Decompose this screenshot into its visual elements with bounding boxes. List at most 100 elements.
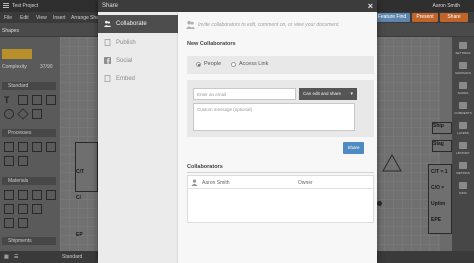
dock-slides[interactable]: SLIDES [454, 81, 472, 95]
buffer-icon[interactable] [46, 190, 56, 200]
kanban-icon[interactable] [4, 218, 14, 228]
user-icon [191, 179, 198, 186]
present-button[interactable]: Present [412, 13, 438, 22]
menu-file[interactable]: File [4, 15, 12, 21]
invite-input[interactable] [198, 19, 372, 31]
nav-publish-label: Publish [116, 40, 136, 46]
canvas-label-epe: EPE [431, 217, 442, 223]
collaborators-divider [187, 172, 374, 173]
gear-icon [459, 42, 467, 49]
supplier-icon[interactable] [18, 142, 28, 152]
dock-metrics[interactable]: METRICS [454, 161, 472, 175]
invite-form: Can edit and share ▾ [187, 80, 374, 137]
menu-insert[interactable]: Insert [53, 15, 66, 21]
complexity-bar [2, 49, 32, 59]
custom-message-field[interactable] [193, 103, 355, 131]
collaborate-panel: New Collaborators People Access Link Can… [178, 12, 377, 263]
radio-access-link-label: Access Link [239, 61, 269, 67]
nav-publish[interactable]: Publish [98, 34, 178, 52]
share-button-top[interactable]: Share [440, 13, 468, 22]
embed-page-icon [104, 75, 111, 82]
user-name[interactable]: Aaron Smith [432, 3, 460, 9]
shapes-panel: Complexity 37/90 Standard T Processes Ma… [0, 37, 60, 251]
invite-row [186, 18, 372, 32]
box-shape-icon[interactable] [46, 95, 56, 105]
dock-comments[interactable]: COMMENTS [454, 101, 472, 115]
nav-collaborate-label: Collaborate [116, 21, 147, 27]
right-data-box[interactable]: C/T = 1 C/O = Uptim EPE [428, 164, 452, 234]
rectangle-shape-icon[interactable] [18, 95, 28, 105]
section-standard[interactable]: Standard [2, 82, 56, 90]
signal-icon[interactable] [18, 218, 28, 228]
text-shape-icon[interactable]: T [4, 95, 14, 105]
shipping-box[interactable]: Ship [432, 122, 452, 134]
radio-people-dot [196, 62, 201, 67]
chevron-down-icon: ▾ [350, 91, 353, 97]
inventory-icon[interactable] [4, 190, 14, 200]
comment-icon [459, 102, 467, 109]
list-item[interactable]: Aaron Smith Owner [188, 176, 373, 189]
share-type-radios: People Access Link [187, 56, 374, 74]
canvas-label-ship: Ship [433, 123, 444, 129]
people-icon [104, 20, 111, 27]
dock-history[interactable]: HISTORY [454, 141, 472, 155]
supermarket-icon[interactable] [18, 190, 28, 200]
dock-layers[interactable]: LAYERS [454, 121, 472, 135]
diamond-shape-icon[interactable] [17, 108, 29, 120]
complexity-label: Complexity [2, 64, 27, 70]
canvas-label-ct-left: C/T [76, 169, 85, 175]
page-list-icon[interactable]: ☰ [14, 254, 18, 260]
hamburger-menu-icon[interactable] [3, 3, 9, 8]
section-shipments[interactable]: Shipments [2, 237, 56, 245]
data-icon [459, 182, 467, 189]
page-tab-standard[interactable]: Standard [62, 254, 82, 260]
radio-access-link-dot [231, 62, 236, 67]
circle-shape-icon[interactable] [4, 109, 14, 119]
people-icon [186, 20, 195, 29]
fifo-icon[interactable] [32, 190, 42, 200]
document-title[interactable]: Test Project [12, 3, 38, 9]
menu-view[interactable]: View [36, 15, 47, 21]
slides-icon [459, 82, 467, 89]
dock-graphics[interactable]: GRAPHICS [454, 61, 472, 75]
outside-source-icon[interactable] [4, 156, 14, 166]
email-field[interactable] [193, 88, 296, 100]
canvas-label-uptime: Uptim [431, 201, 446, 207]
nav-social[interactable]: Social [98, 52, 178, 70]
canvas-label-co-left: C/ [76, 195, 81, 201]
share-button[interactable]: Share [343, 142, 364, 154]
section-materials[interactable]: Materials [2, 177, 56, 185]
complexity-value: 37/90 [40, 64, 53, 70]
left-process-box[interactable] [75, 142, 98, 192]
data-table-icon[interactable] [18, 156, 28, 166]
nav-embed-label: Embed [116, 76, 136, 82]
section-processes[interactable]: Processes [2, 129, 56, 137]
feature-find-button[interactable]: Feature Find [374, 13, 410, 22]
nav-collaborate[interactable]: Collaborate [98, 15, 178, 33]
withdrawal-icon[interactable] [32, 204, 42, 214]
inventory-triangle-icon[interactable] [382, 154, 402, 172]
nav-social-label: Social [116, 58, 133, 64]
canvas-label-stage: Stag [433, 141, 444, 147]
stage-box[interactable]: Stag [432, 140, 452, 152]
dock-data[interactable]: DATA [454, 181, 472, 195]
push-arrow-icon[interactable] [4, 204, 14, 214]
workcell-icon[interactable] [32, 142, 42, 152]
dataset-icon[interactable] [46, 142, 56, 152]
page-grid-icon[interactable]: ▦ [4, 254, 9, 260]
menu-arrange[interactable]: Arrange [71, 15, 89, 21]
graphics-icon [459, 62, 467, 69]
document-shape-icon[interactable] [32, 109, 42, 119]
dock-settings[interactable]: SETTINGS [454, 41, 472, 55]
dialog-title: Share [102, 3, 119, 9]
canvas-handle[interactable] [377, 201, 382, 206]
menu-edit[interactable]: Edit [20, 15, 29, 21]
right-dock: SETTINGS GRAPHICS SLIDES COMMENTS LAYERS… [452, 37, 474, 251]
new-collaborators-heading: New Collaborators [187, 41, 236, 47]
process-box-icon[interactable] [4, 142, 14, 152]
close-icon[interactable]: × [368, 1, 373, 11]
pull-icon[interactable] [18, 204, 28, 214]
nav-embed[interactable]: Embed [98, 70, 178, 88]
note-shape-icon[interactable] [32, 95, 42, 105]
permission-dropdown[interactable]: Can edit and share ▾ [299, 88, 357, 100]
